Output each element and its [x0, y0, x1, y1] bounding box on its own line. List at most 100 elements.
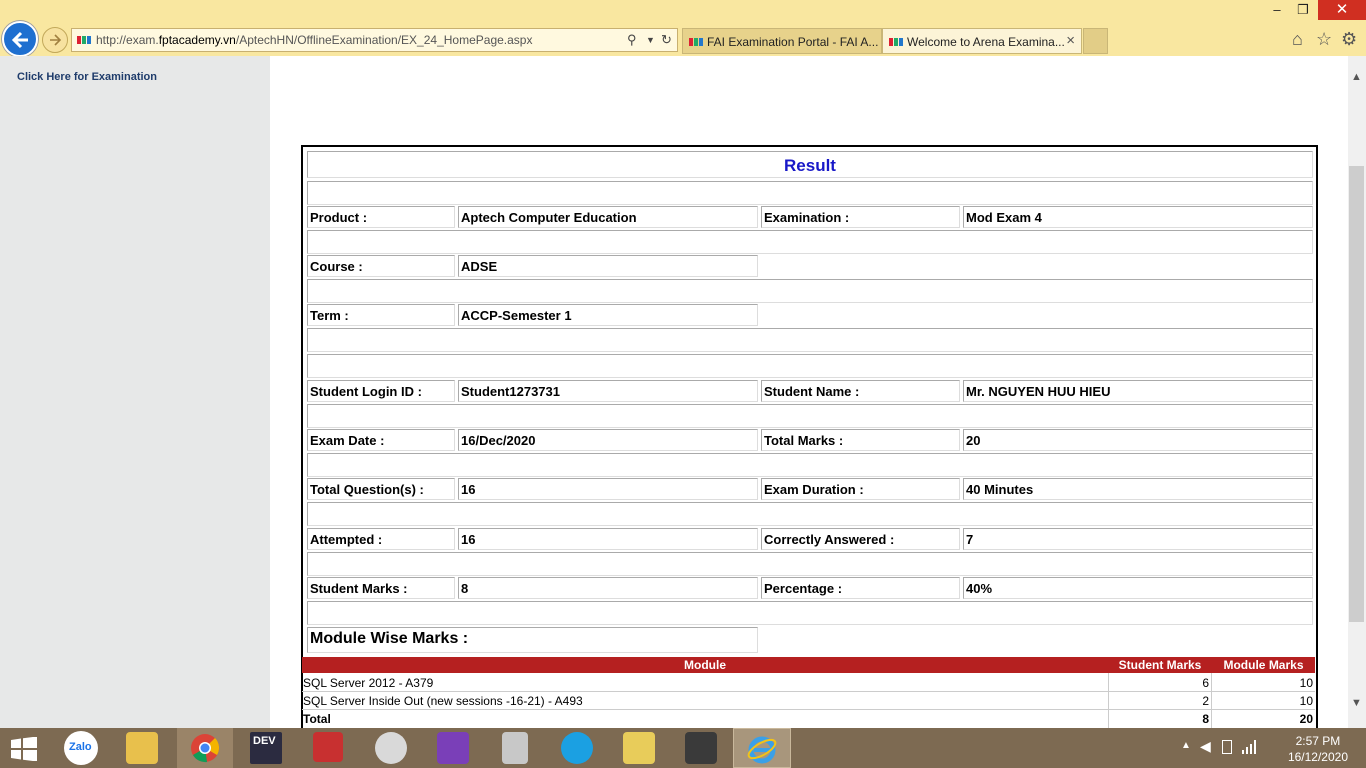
vertical-scrollbar[interactable]: ▲ ▼	[1348, 56, 1366, 728]
percentage-value: 40%	[963, 577, 1313, 599]
sublime-text-icon[interactable]	[685, 732, 717, 764]
exam-duration-value: 40 Minutes	[963, 478, 1313, 500]
search-icon[interactable]: ⚲	[627, 32, 637, 48]
chrome-taskbar-slot[interactable]	[177, 728, 233, 768]
student-login-value: Student1273731	[458, 380, 758, 402]
spacer-row	[307, 328, 1313, 352]
total-student-marks: 8	[1202, 712, 1209, 726]
spacer-row	[307, 601, 1313, 625]
tab-label: Welcome to Arena Examina...	[907, 35, 1065, 49]
battery-icon[interactable]	[1222, 740, 1232, 754]
term-value: ACCP-Semester 1	[458, 304, 758, 326]
back-arrow-icon	[11, 31, 28, 49]
close-window-button[interactable]: ✕	[1318, 0, 1366, 20]
main-content: Result Product : Aptech Computer Educati…	[270, 56, 1348, 728]
clock-time: 2:57 PM	[1295, 734, 1341, 748]
browser-chrome: – ❐ ✕ http://exam.fptacademy.vn/AptechHN…	[0, 0, 1366, 57]
favorites-star-icon[interactable]: ☆	[1316, 29, 1332, 50]
percentage-label: Percentage :	[761, 577, 960, 599]
sidebar: Click Here for Examination	[0, 56, 270, 728]
module-wise-marks-title: Module Wise Marks :	[307, 627, 758, 653]
tab-label: FAI Examination Portal - FAI A...	[707, 35, 879, 49]
total-row: Total 8 20	[302, 710, 1315, 728]
module-marks: 10	[1299, 694, 1313, 708]
exam-date-label: Exam Date :	[307, 429, 455, 451]
settings-gear-icon[interactable]: ⚙	[1341, 29, 1357, 50]
zalo-icon[interactable]: Zalo	[64, 731, 98, 765]
module-name: SQL Server Inside Out (new sessions -16-…	[303, 694, 583, 708]
scrollbar-thumb[interactable]	[1349, 166, 1364, 622]
tab-favicon-icon	[889, 38, 903, 46]
internet-explorer-taskbar-slot[interactable]	[733, 728, 791, 768]
student-marks-label: Student Marks :	[307, 577, 455, 599]
restore-button[interactable]: ❐	[1290, 0, 1316, 20]
tab-fai-portal[interactable]: FAI Examination Portal - FAI A...	[682, 28, 882, 54]
course-value: ADSE	[458, 255, 758, 277]
student-marks-column-header: Student Marks	[1118, 658, 1202, 672]
module-table-header: Module Student Marks Module Marks	[302, 657, 1315, 673]
spacer-row	[307, 354, 1313, 378]
course-label: Course :	[307, 255, 455, 277]
result-panel: Result Product : Aptech Computer Educati…	[301, 145, 1318, 728]
total-label: Total	[303, 712, 331, 726]
home-icon[interactable]: ⌂	[1292, 29, 1303, 50]
new-tab-button[interactable]	[1083, 28, 1108, 54]
module-marks-column-header: Module Marks	[1223, 658, 1304, 672]
forward-button[interactable]	[42, 27, 68, 53]
site-favicon-icon	[77, 36, 91, 44]
spacer-row	[307, 279, 1313, 303]
student-marks: 2	[1202, 694, 1209, 708]
file-explorer-icon[interactable]	[126, 732, 158, 764]
scroll-up-icon[interactable]: ▲	[1351, 71, 1362, 83]
clock[interactable]: 2:57 PM 16/12/2020	[1288, 733, 1348, 765]
student-login-label: Student Login ID :	[307, 380, 455, 402]
total-module-marks: 20	[1299, 712, 1313, 726]
student-name-label: Student Name :	[761, 380, 960, 402]
total-marks-value: 20	[963, 429, 1313, 451]
chrome-icon	[191, 734, 219, 763]
table-row: SQL Server Inside Out (new sessions -16-…	[302, 692, 1315, 710]
close-tab-icon[interactable]: ×	[1066, 32, 1075, 49]
dropdown-icon[interactable]: ▼	[646, 35, 655, 45]
system-tray: ▲ ◀ 2:57 PM 16/12/2020	[1176, 728, 1366, 768]
student-marks: 6	[1202, 676, 1209, 690]
url-text: http://exam.fptacademy.vn/AptechHN/Offli…	[96, 33, 533, 47]
paint-tool-icon[interactable]	[375, 732, 407, 764]
correctly-answered-value: 7	[963, 528, 1313, 550]
spacer-row	[307, 552, 1313, 576]
spacer-row	[307, 502, 1313, 526]
windows-start-icon[interactable]	[11, 737, 37, 761]
product-value: Aptech Computer Education	[458, 206, 758, 228]
examination-label: Examination :	[761, 206, 960, 228]
refresh-icon[interactable]: ↻	[661, 32, 672, 48]
student-name-value: Mr. NGUYEN HUU HIEU	[963, 380, 1313, 402]
back-button[interactable]	[2, 21, 38, 57]
volume-icon[interactable]: ◀	[1200, 738, 1211, 755]
examination-link[interactable]: Click Here for Examination	[17, 71, 157, 83]
exam-date-value: 16/Dec/2020	[458, 429, 758, 451]
term-label: Term :	[307, 304, 455, 326]
tab-arena-exam[interactable]: Welcome to Arena Examina... ×	[882, 28, 1082, 54]
address-bar[interactable]: http://exam.fptacademy.vn/AptechHN/Offli…	[71, 28, 678, 52]
skype-icon[interactable]	[561, 732, 593, 764]
calculator-icon[interactable]	[502, 732, 528, 764]
spacer-row	[307, 453, 1313, 477]
visual-studio-icon[interactable]	[437, 732, 469, 764]
table-row: SQL Server 2012 - A379 6 10	[302, 674, 1315, 692]
spacer-row	[307, 404, 1313, 428]
minimize-button[interactable]: –	[1264, 0, 1290, 20]
network-signal-icon[interactable]	[1242, 740, 1256, 754]
scroll-down-icon[interactable]: ▼	[1351, 697, 1362, 709]
result-title: Result	[307, 151, 1313, 178]
attempted-value: 16	[458, 528, 758, 550]
spacer-row	[307, 230, 1313, 254]
tab-favicon-icon	[689, 38, 703, 46]
total-questions-label: Total Question(s) :	[307, 478, 455, 500]
devexpress-icon[interactable]: DEV	[250, 732, 282, 764]
app-tool-icon[interactable]	[313, 732, 343, 762]
show-hidden-icons-icon[interactable]: ▲	[1181, 740, 1191, 751]
attempted-label: Attempted :	[307, 528, 455, 550]
clock-date: 16/12/2020	[1287, 750, 1348, 764]
module-marks: 10	[1299, 676, 1313, 690]
file-tool-icon[interactable]	[623, 732, 655, 764]
